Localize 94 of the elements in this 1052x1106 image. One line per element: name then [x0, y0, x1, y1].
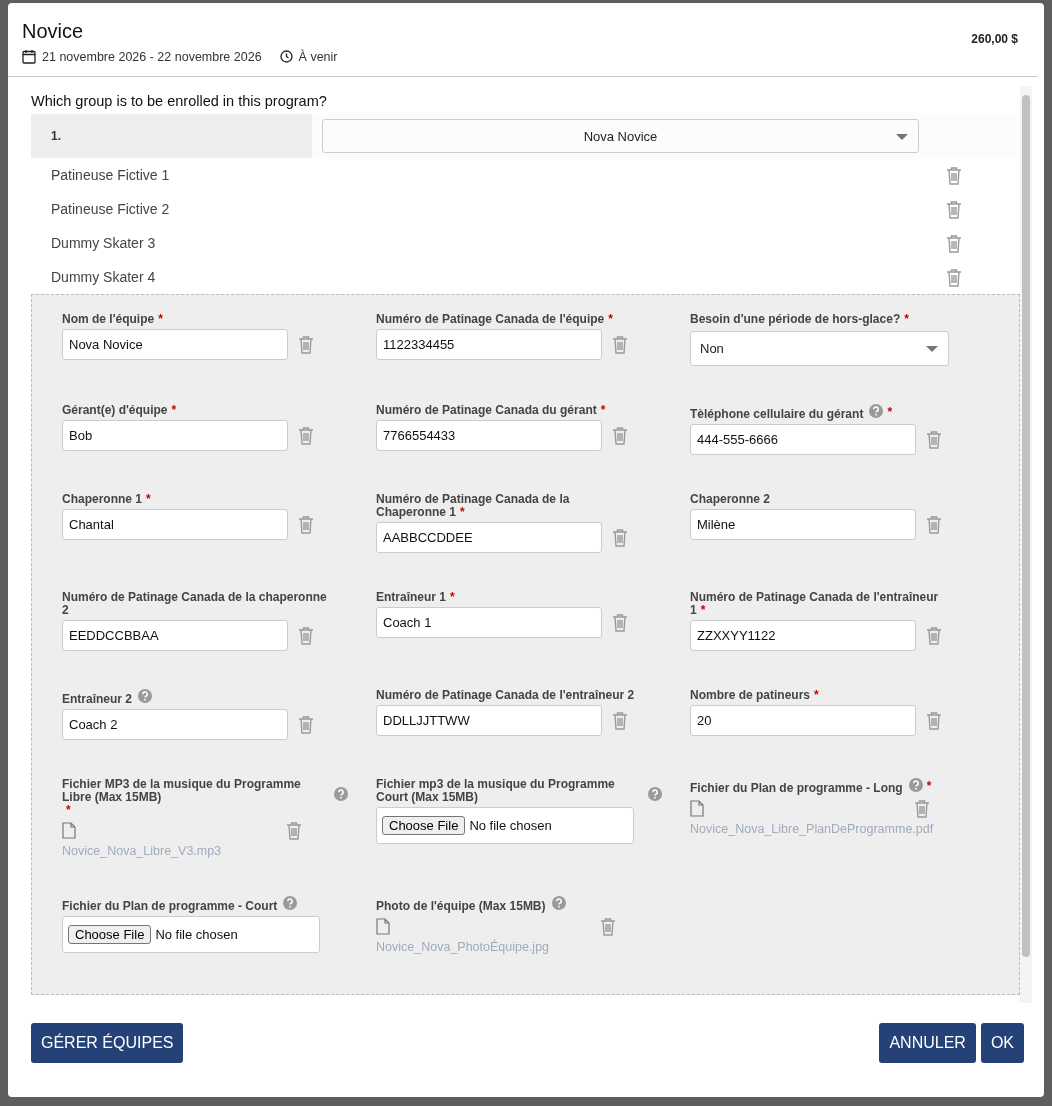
modal-title: Novice [22, 20, 85, 43]
skater-name: Dummy Skater 4 [51, 269, 156, 285]
trash-icon[interactable] [600, 917, 616, 936]
trash-icon[interactable] [926, 515, 942, 534]
trash-icon[interactable] [298, 715, 314, 734]
help-icon[interactable] [869, 404, 884, 421]
text-field[interactable]: 1122334455 [376, 329, 602, 360]
file-icon [62, 822, 76, 839]
required-mark: * [66, 803, 71, 817]
dropdown-field[interactable]: Non [690, 331, 949, 366]
file-status: No file chosen [469, 818, 552, 833]
trash-icon[interactable] [612, 335, 628, 354]
text-field[interactable]: EEDDCCBBAA [62, 620, 288, 651]
trash-icon[interactable] [926, 626, 942, 645]
trash-icon[interactable] [298, 626, 314, 645]
scrollbar[interactable] [1020, 86, 1032, 1003]
text-field[interactable]: 444-555-6666 [690, 424, 916, 455]
field-label: Numéro de Patinage Canada de l'équipe * [376, 313, 613, 326]
field-label: Nom de l'équipe * [62, 313, 163, 326]
help-icon[interactable] [551, 896, 566, 913]
text-field[interactable]: Chantal [62, 509, 288, 540]
field-label: Numéro de Patinage Canada du gérant * [376, 404, 606, 417]
text-field[interactable]: Bob [62, 420, 288, 451]
trash-icon[interactable] [914, 799, 930, 818]
text-field[interactable]: Milène [690, 509, 916, 540]
help-icon[interactable] [138, 689, 153, 706]
trash-icon[interactable] [946, 165, 962, 185]
trash-icon[interactable] [298, 515, 314, 534]
group-number: 1. [31, 114, 312, 158]
question-text: Which group is to be enrolled in this program? [31, 93, 328, 109]
field-label: Fichier mp3 de la musique du Programme Court (Max 15MB) [376, 778, 616, 804]
manage-teams-button[interactable]: GÉRER ÉQUIPES [31, 1023, 184, 1063]
skater-name: Dummy Skater 3 [51, 235, 156, 251]
field-label: Numéro de Patinage Canada de l'entraîneur 2 [376, 689, 635, 702]
required-mark: * [926, 779, 932, 793]
calendar-icon [22, 49, 36, 64]
field-label: Numéro de Patinage Canada de la chaperonne 2 [62, 591, 328, 617]
field-label: Fichier MP3 de la musique du Programme Libre (Max 15MB) [62, 778, 302, 804]
help-icon[interactable] [334, 787, 348, 804]
ok-button[interactable]: OK [980, 1023, 1024, 1063]
text-field[interactable]: Coach 2 [62, 709, 288, 740]
trash-icon[interactable] [612, 426, 628, 445]
trash-icon[interactable] [926, 430, 942, 449]
field-label: Nombre de patineurs * [690, 689, 819, 702]
field-label: Numéro de Patinage Canada de la Chaperonne 1 * [376, 493, 571, 519]
field-label: Photo de l'équipe (Max 15MB) [376, 900, 546, 913]
status-text: À venir [298, 49, 338, 64]
field-label: Entraîneur 1 * [376, 591, 455, 604]
text-field[interactable]: 7766554433 [376, 420, 602, 451]
text-field[interactable]: ZZXXYY1122 [690, 620, 916, 651]
choose-file-button[interactable]: Choose File [68, 925, 152, 944]
trash-icon[interactable] [298, 335, 314, 354]
field-label: Chaperonne 1 * [62, 493, 151, 506]
field-label: Fichier du Plan de programme - Long [690, 782, 903, 795]
text-field[interactable]: DDLLJJTTWW [376, 705, 602, 736]
date-range: 21 novembre 2026 - 22 novembre 2026 [42, 49, 262, 64]
text-field[interactable]: AABBCCDDEE [376, 522, 602, 553]
trash-icon[interactable] [946, 199, 962, 219]
field-label: Fichier du Plan de programme - Court [62, 900, 278, 913]
cancel-button[interactable]: ANNULER [879, 1023, 976, 1063]
field-label: Entraîneur 2 [62, 693, 133, 706]
price: 260,00 $ [971, 32, 1018, 48]
trash-icon[interactable] [286, 821, 302, 840]
file-icon [690, 800, 704, 817]
field-label: Chaperonne 2 [690, 493, 770, 506]
file-input[interactable]: Choose File No file chosen [376, 807, 634, 844]
required-mark: * [887, 405, 893, 419]
file-status: No file chosen [155, 927, 238, 942]
text-field[interactable]: 20 [690, 705, 916, 736]
caret-icon [926, 345, 938, 352]
trash-icon[interactable] [298, 426, 314, 445]
clock-icon [279, 50, 293, 63]
file-input[interactable]: Choose File No file chosen [62, 916, 320, 953]
help-icon[interactable] [648, 787, 662, 804]
choose-file-button[interactable]: Choose File [382, 816, 466, 835]
trash-icon[interactable] [926, 711, 942, 730]
help-icon[interactable] [283, 896, 298, 913]
trash-icon[interactable] [946, 267, 962, 287]
caret-icon [896, 134, 908, 140]
field-label: Besoin d'une période de hors-glace? * [690, 313, 909, 326]
trash-icon[interactable] [612, 613, 628, 632]
text-field[interactable]: Nova Novice [62, 329, 288, 360]
field-label: Tèléphone cellulaire du gérant [690, 408, 864, 421]
trash-icon[interactable] [612, 528, 628, 547]
skater-name: Patineuse Fictive 1 [51, 167, 170, 183]
field-label: Numéro de Patinage Canada de l'entraîneur 1 * [690, 591, 940, 617]
trash-icon[interactable] [946, 233, 962, 253]
trash-icon[interactable] [612, 711, 628, 730]
help-icon[interactable] [908, 778, 923, 795]
skater-name: Patineuse Fictive 2 [51, 201, 170, 217]
text-field[interactable]: Coach 1 [376, 607, 602, 638]
group-dropdown[interactable]: Nova Novice [322, 119, 919, 153]
file-icon [376, 918, 390, 935]
field-label: Gérant(e) d'équipe * [62, 404, 177, 417]
